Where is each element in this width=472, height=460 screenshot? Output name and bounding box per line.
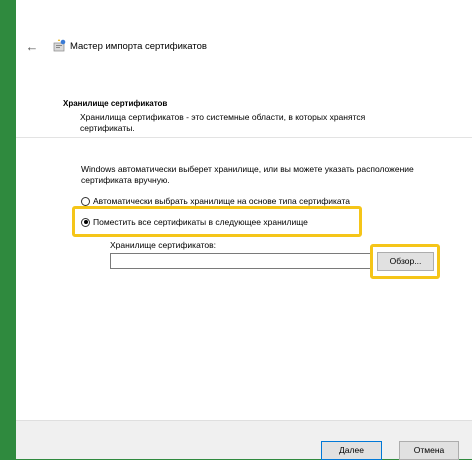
auto-radio[interactable]: [81, 196, 90, 206]
certificate-wizard-icon: [53, 39, 66, 52]
auto-radio-label: Автоматически выбрать хранилище на основ…: [93, 196, 350, 206]
cancel-button[interactable]: Отмена: [399, 441, 459, 460]
highlight-manual-option: [72, 206, 362, 237]
wizard-title: Мастер импорта сертификатов: [70, 41, 207, 52]
store-label: Хранилище сертификатов:: [110, 240, 217, 250]
section-description: Хранилища сертификатов - это системные о…: [80, 112, 366, 133]
wizard-header: ← Мастер импорта сертификатов: [16, 0, 472, 95]
intro-text: Windows автоматически выберет хранилище,…: [81, 164, 414, 185]
arrow-left-icon: ←: [25, 39, 39, 54]
back-button[interactable]: ←: [25, 40, 39, 54]
auto-select-option[interactable]: Автоматически выбрать хранилище на основ…: [81, 196, 350, 206]
certificate-import-wizard: ← Мастер импорта сертификатов Хранилище …: [16, 0, 472, 459]
header-divider: [16, 137, 472, 138]
store-input[interactable]: [110, 253, 373, 269]
section-title: Хранилище сертификатов: [63, 99, 168, 108]
browse-button[interactable]: Обзор...: [377, 252, 434, 271]
next-button[interactable]: Далее: [321, 441, 382, 460]
